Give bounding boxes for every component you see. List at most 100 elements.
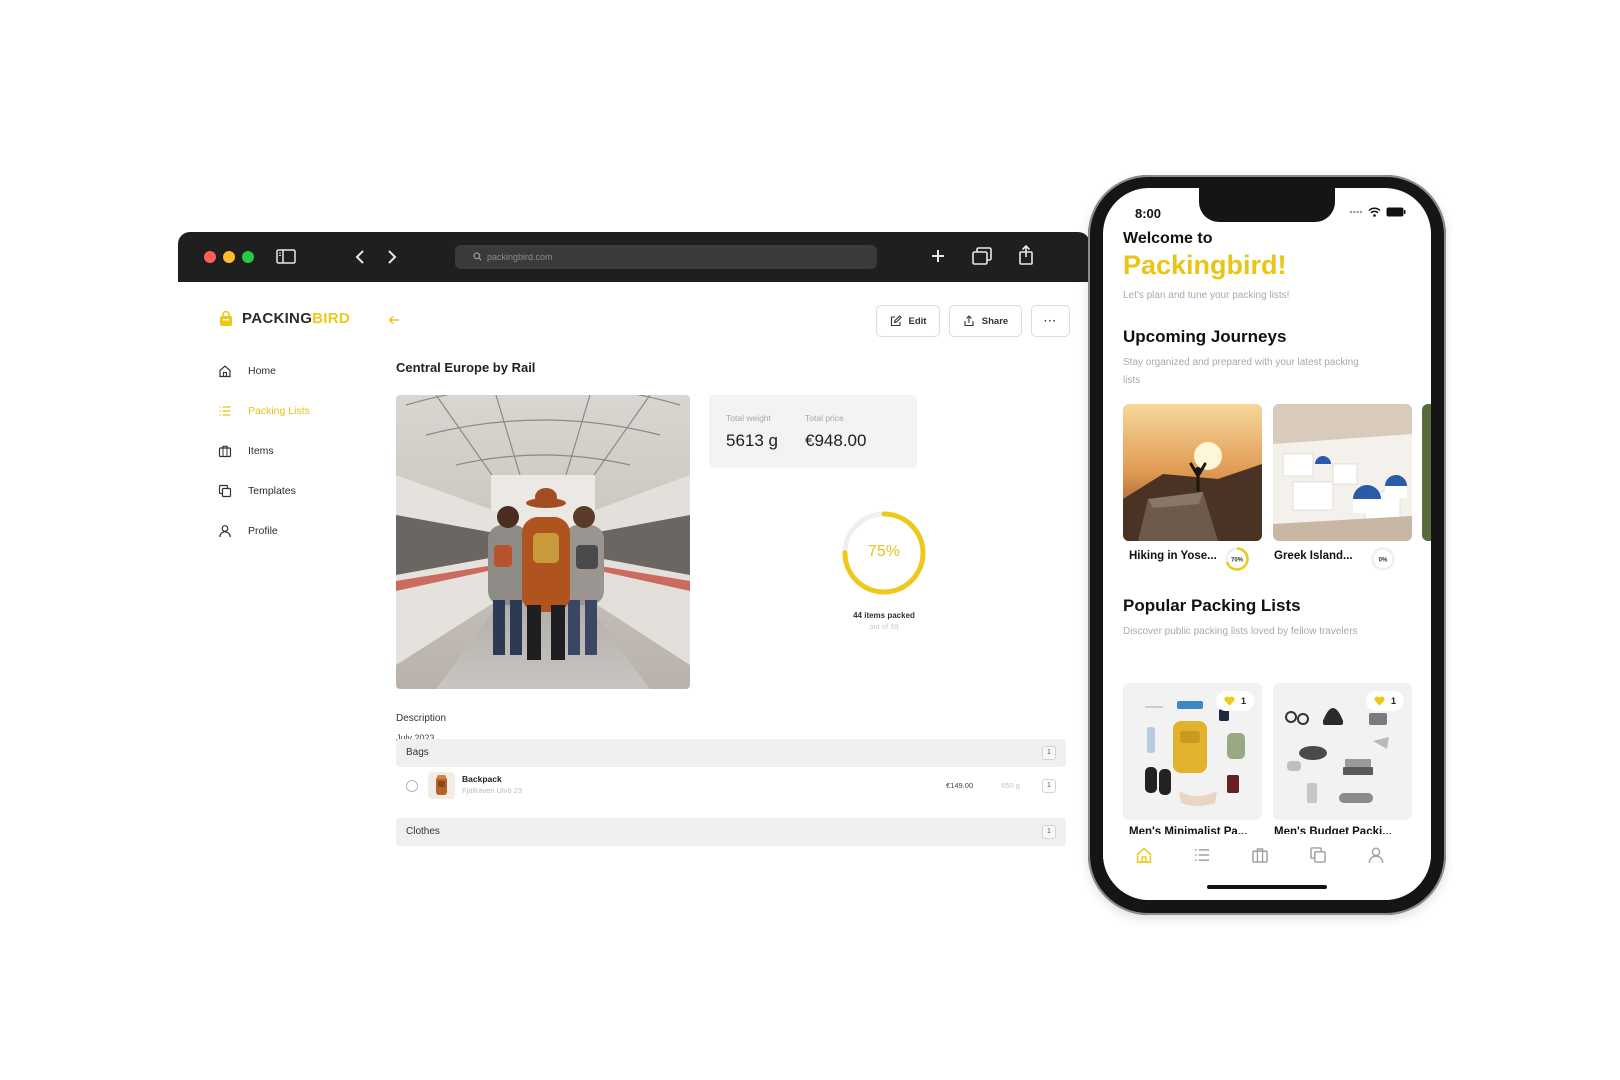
items-total-count: out of 59 bbox=[869, 622, 899, 631]
sidebar-item-label: Profile bbox=[248, 525, 278, 537]
tab-overview-icon[interactable] bbox=[972, 247, 992, 270]
maximize-window-button[interactable] bbox=[242, 251, 254, 263]
journey-card-title[interactable]: Hiking in Yose... bbox=[1129, 550, 1217, 562]
briefcase-icon bbox=[218, 445, 232, 458]
sidebar-item-templates[interactable]: Templates bbox=[218, 481, 296, 501]
sidebar-toggle-icon[interactable] bbox=[276, 249, 296, 269]
page-title: Central Europe by Rail bbox=[396, 360, 536, 375]
copy-icon bbox=[218, 484, 232, 498]
heart-icon bbox=[1224, 696, 1235, 706]
popular-list-card[interactable]: 1 bbox=[1123, 683, 1262, 820]
sidebar-item-label: Templates bbox=[248, 485, 296, 497]
group-count-badge: 1 bbox=[1042, 746, 1056, 760]
journey-card-peek[interactable] bbox=[1422, 404, 1431, 541]
back-nav-icon[interactable] bbox=[355, 249, 365, 270]
tab-packing-lists[interactable] bbox=[1193, 846, 1211, 869]
popular-title: Popular Packing Lists bbox=[1123, 596, 1301, 615]
forward-nav-icon[interactable] bbox=[387, 249, 397, 270]
edit-button-label: Edit bbox=[908, 315, 927, 327]
close-window-button[interactable] bbox=[204, 251, 216, 263]
welcome-text: Welcome to bbox=[1123, 230, 1213, 247]
status-time: 8:00 bbox=[1135, 206, 1162, 221]
minimize-window-button[interactable] bbox=[223, 251, 235, 263]
tab-bar bbox=[1103, 834, 1431, 900]
status-icons bbox=[1349, 207, 1406, 217]
tab-home[interactable] bbox=[1135, 846, 1153, 869]
total-price-value: €948.00 bbox=[805, 431, 867, 450]
list-icon bbox=[1194, 849, 1210, 861]
sidebar-item-packing-lists[interactable]: Packing Lists bbox=[218, 401, 310, 421]
item-subtitle: Fjällräven Ulvö 23 bbox=[462, 786, 523, 795]
battery-icon bbox=[1386, 207, 1406, 217]
tab-profile[interactable] bbox=[1367, 846, 1385, 869]
address-bar[interactable]: packingbird.com bbox=[455, 245, 877, 269]
popular-list-card[interactable]: 1 bbox=[1273, 683, 1412, 820]
sidebar-item-profile[interactable]: Profile bbox=[218, 521, 278, 541]
item-weight: 650 g bbox=[1001, 781, 1020, 790]
trip-cover-photo bbox=[396, 395, 690, 689]
item-quantity[interactable]: 1 bbox=[1042, 779, 1056, 793]
group-header-clothes[interactable]: Clothes 1 bbox=[396, 818, 1066, 846]
browser-toolbar: packingbird.com bbox=[178, 232, 1090, 282]
tab-templates[interactable] bbox=[1309, 846, 1327, 869]
share-button[interactable]: Share bbox=[949, 305, 1022, 337]
user-icon bbox=[1368, 847, 1384, 863]
group-header-bags[interactable]: Bags 1 bbox=[396, 739, 1066, 767]
progress-percent: 75% bbox=[867, 543, 901, 560]
edit-icon bbox=[890, 315, 902, 327]
user-icon bbox=[219, 525, 231, 538]
total-weight-value: 5613 g bbox=[726, 431, 778, 450]
likes-count: 1 bbox=[1390, 696, 1396, 706]
phone-screen: 8:00 Welcome to Packingbird! Let's plan … bbox=[1103, 188, 1431, 900]
journey-progress-ring: 0% bbox=[1371, 547, 1395, 571]
description-label: Description bbox=[396, 713, 447, 724]
journey-card-image[interactable] bbox=[1273, 404, 1412, 541]
briefcase-icon bbox=[1252, 848, 1268, 863]
likes-badge[interactable]: 1 bbox=[1216, 691, 1254, 711]
journey-card-title[interactable]: Greek Island... bbox=[1274, 550, 1353, 562]
journey-card-image[interactable] bbox=[1123, 404, 1262, 541]
share-page-icon[interactable] bbox=[1018, 244, 1034, 270]
likes-badge[interactable]: 1 bbox=[1366, 691, 1404, 711]
journey-progress-ring: 70% bbox=[1225, 547, 1249, 571]
sidebar-item-home[interactable]: Home bbox=[218, 361, 276, 381]
popular-subtitle: Discover public packing lists loved by f… bbox=[1123, 626, 1358, 637]
likes-count: 1 bbox=[1240, 696, 1246, 706]
app-logo[interactable]: PACKINGBIRD bbox=[218, 310, 350, 327]
item-name: Backpack bbox=[462, 774, 502, 784]
home-icon bbox=[219, 365, 231, 378]
item-price: €149.00 bbox=[946, 781, 974, 790]
tab-items[interactable] bbox=[1251, 846, 1269, 869]
url-text: packingbird.com bbox=[487, 252, 553, 262]
logo-wordmark: PACKINGBIRD bbox=[242, 310, 351, 327]
journey-progress-label: 0% bbox=[1379, 558, 1388, 564]
upcoming-subtitle: Stay organized and prepared with your la… bbox=[1123, 357, 1359, 386]
journey-progress-label: 70% bbox=[1231, 558, 1244, 564]
total-price-label: Total price bbox=[805, 413, 844, 423]
sidebar-item-label: Packing Lists bbox=[248, 405, 310, 417]
bag-logo-icon bbox=[220, 310, 232, 326]
totals-card: Total weight 5613 g Total price €948.00 bbox=[709, 395, 917, 468]
packed-checkbox[interactable] bbox=[406, 780, 418, 792]
signal-icon bbox=[1349, 210, 1363, 214]
edit-button[interactable]: Edit bbox=[876, 305, 940, 337]
heart-icon bbox=[1374, 696, 1385, 706]
share-button-label: Share bbox=[981, 315, 1009, 327]
total-weight-label: Total weight bbox=[726, 413, 771, 423]
list-icon bbox=[219, 406, 231, 416]
group-name: Bags bbox=[406, 747, 429, 758]
browser-window: packingbird.com PACKINGBIRD Home Packing… bbox=[178, 232, 1090, 900]
tagline: Let's plan and tune your packing lists! bbox=[1123, 290, 1290, 301]
group-name: Clothes bbox=[406, 826, 440, 837]
list-item[interactable]: Backpack Fjällräven Ulvö 23 €149.00 650 … bbox=[396, 766, 1066, 806]
wifi-icon bbox=[1368, 207, 1381, 217]
upcoming-title: Upcoming Journeys bbox=[1123, 327, 1287, 346]
home-indicator bbox=[1207, 885, 1327, 889]
sidebar-item-items[interactable]: Items bbox=[218, 441, 274, 461]
sidebar-item-label: Items bbox=[248, 445, 274, 457]
search-icon bbox=[473, 252, 482, 261]
new-tab-icon[interactable] bbox=[930, 248, 946, 269]
more-options-button[interactable]: ··· bbox=[1031, 305, 1070, 337]
copy-icon bbox=[1310, 847, 1326, 863]
back-arrow-icon[interactable] bbox=[388, 312, 400, 330]
